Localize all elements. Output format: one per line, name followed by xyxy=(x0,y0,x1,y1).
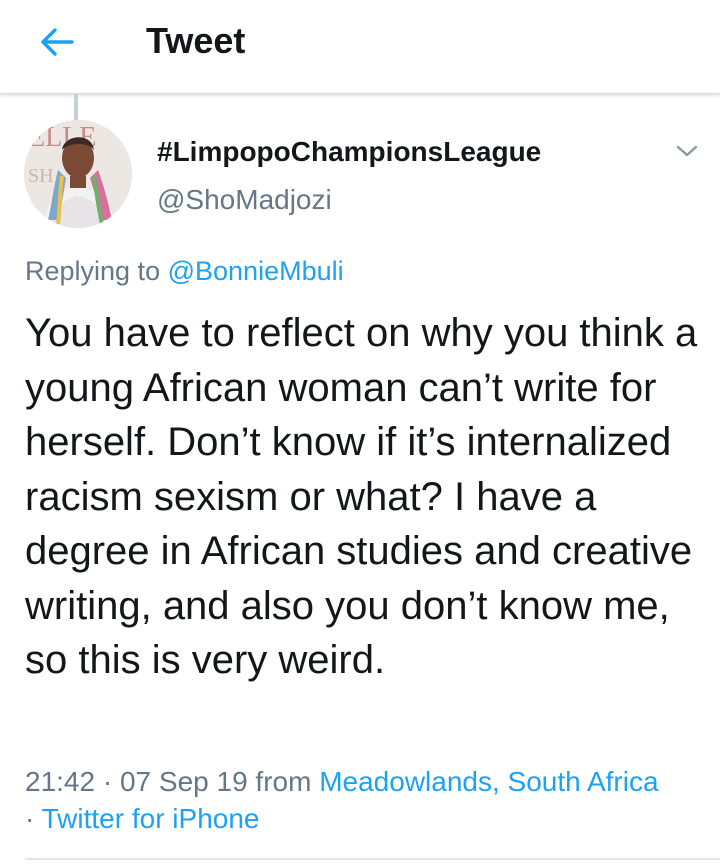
arrow-left-icon xyxy=(41,28,74,56)
avatar-image: ELLE SH xyxy=(24,120,132,228)
tweet-menu-button[interactable] xyxy=(670,136,704,166)
thread-connector-line xyxy=(74,94,78,120)
chevron-down-icon xyxy=(676,145,698,157)
tweet-text: You have to reflect on why you think a y… xyxy=(25,311,698,682)
replying-prefix: Replying to xyxy=(25,256,161,286)
from-label: from xyxy=(255,766,312,797)
tweet-meta: 21:42 · 07 Sep 19 from Meadowlands, Sout… xyxy=(25,763,715,837)
replying-to: Replying to @BonnieMbuli xyxy=(25,256,344,287)
tweet-date: 07 Sep 19 xyxy=(119,766,248,797)
user-handle[interactable]: @ShoMadjozi xyxy=(157,184,332,216)
tweet-time: 21:42 xyxy=(25,766,96,797)
meta-separator: · xyxy=(102,766,113,797)
back-button[interactable] xyxy=(32,22,82,62)
app-header: Tweet xyxy=(0,0,720,94)
location-link[interactable]: Meadowlands, South Africa xyxy=(319,766,658,797)
client-link[interactable]: Twitter for iPhone xyxy=(42,803,260,834)
svg-text:SH: SH xyxy=(28,165,54,187)
replying-to-link[interactable]: @BonnieMbuli xyxy=(168,256,344,286)
page-title: Tweet xyxy=(146,20,246,61)
avatar[interactable]: ELLE SH xyxy=(24,120,132,228)
meta-separator-2: · xyxy=(25,803,35,834)
display-name[interactable]: #LimpopoChampionsLeague xyxy=(157,136,541,168)
divider xyxy=(25,858,720,860)
